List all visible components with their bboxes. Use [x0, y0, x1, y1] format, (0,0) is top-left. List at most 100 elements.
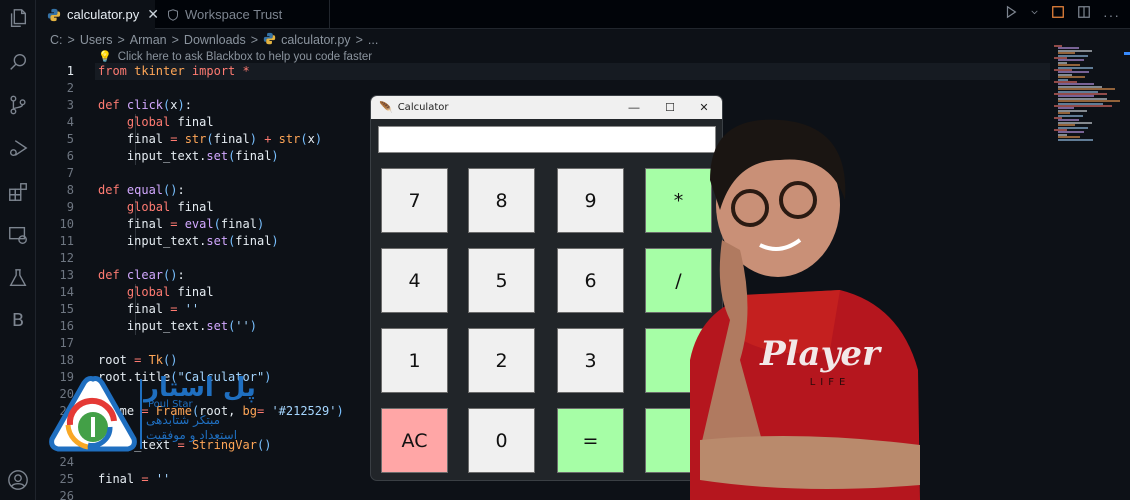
line-number: 25 [59, 472, 74, 486]
code-token: () [163, 183, 178, 197]
calc-button-2[interactable]: 2 [468, 328, 535, 393]
code-text: final = eval(final) [98, 216, 264, 233]
tab-bar: calculator.py ✕ Workspace Trust ··· [37, 0, 1130, 29]
code-token: () [163, 268, 178, 282]
tab-label: Workspace Trust [185, 7, 283, 22]
code-token: : [184, 98, 192, 112]
code-token: ) [336, 404, 344, 418]
calc-button-1[interactable]: 1 [381, 328, 448, 393]
layout-panel-icon[interactable] [1051, 5, 1065, 24]
code-text: final = str(final) + str(x) [98, 131, 322, 148]
code-token: set [206, 149, 229, 163]
code-text: root = Tk() [98, 352, 177, 369]
search-icon[interactable] [6, 50, 30, 74]
python-icon [263, 32, 276, 48]
calc-button-6[interactable]: 6 [557, 248, 624, 313]
logo-tagline-1: مبتکر شتابدهی [146, 413, 221, 427]
code-text: input_text.set(final) [98, 233, 279, 250]
code-token: final [235, 234, 272, 248]
code-token: = [134, 353, 149, 367]
tk-feather-icon: 🪶 [379, 101, 393, 114]
code-token: def [98, 268, 127, 282]
code-token: final [177, 115, 214, 129]
chevron-down-icon[interactable] [1030, 5, 1039, 24]
git-branch-icon[interactable] [6, 93, 30, 117]
code-token: root [98, 353, 135, 367]
code-text: global final [98, 284, 214, 301]
breadcrumb: C: > Users > Arman > Downloads > calcula… [50, 32, 378, 48]
breadcrumb-item[interactable]: calculator.py [281, 33, 350, 47]
code-token: '' [184, 302, 200, 316]
code-token: set [206, 319, 229, 333]
poul-star-logo: پل استار Poul Star مبتکر شتابدهی استعداد… [48, 373, 298, 455]
line-number: 26 [59, 489, 74, 500]
files-icon[interactable] [6, 6, 30, 30]
scrollbar-thumb[interactable] [1124, 52, 1130, 55]
logo-divider [140, 379, 142, 449]
remote-icon[interactable] [6, 223, 30, 247]
logo-brand-en: Poul Star [148, 399, 193, 410]
code-token: input_text. [98, 149, 207, 163]
code-token: final [177, 285, 214, 299]
line-number: 6 [66, 149, 74, 163]
calc-button-9[interactable]: 9 [557, 168, 624, 233]
code-text: global final [98, 114, 214, 131]
code-token: tkinter [134, 64, 192, 78]
crossed-arm [700, 436, 920, 489]
tab-calculator-py[interactable]: calculator.py ✕ [37, 0, 159, 29]
line-number: 17 [59, 336, 74, 350]
extensions-icon[interactable] [6, 180, 30, 204]
line-number: 14 [59, 285, 74, 299]
calculator-display[interactable] [378, 126, 716, 153]
code-token: ( [206, 132, 214, 146]
calc-button-4[interactable]: 4 [381, 248, 448, 313]
code-line[interactable]: 26 [37, 488, 1130, 500]
code-token: ) [177, 98, 185, 112]
line-number: 24 [59, 455, 74, 469]
code-token: input_text. [98, 234, 207, 248]
code-line[interactable]: 1 from tkinter import * [37, 63, 1130, 80]
breadcrumb-separator: > [355, 33, 363, 47]
code-token: global [126, 200, 178, 214]
line-number: 2 [66, 81, 74, 95]
account-icon[interactable] [6, 468, 30, 492]
breadcrumb-item[interactable]: C: [50, 33, 63, 47]
breadcrumb-item[interactable]: Users [80, 33, 113, 47]
calc-button-7[interactable]: 7 [381, 168, 448, 233]
code-token: def [98, 183, 127, 197]
calc-button-5[interactable]: 5 [468, 248, 535, 313]
code-text: input_text.set(final) [98, 148, 279, 165]
split-editor-icon[interactable] [1077, 5, 1091, 24]
minimize-button[interactable]: — [617, 96, 651, 119]
logo-emblem [49, 376, 137, 452]
tab-workspace-trust[interactable]: Workspace Trust [155, 0, 330, 29]
b-icon[interactable]: B [6, 308, 30, 332]
run-debug-icon[interactable] [6, 136, 30, 160]
code-text: final = '' [98, 301, 199, 318]
calc-button-3[interactable]: 3 [557, 328, 624, 393]
minimap-line [1058, 138, 1093, 141]
run-icon[interactable] [1004, 5, 1018, 24]
code-text: input_text.set('') [98, 318, 257, 335]
flask-icon[interactable] [6, 266, 30, 290]
code-token: : [177, 183, 185, 197]
minimap[interactable] [1054, 45, 1124, 145]
breadcrumb-separator: > [250, 33, 259, 47]
calc-button-8[interactable]: 8 [468, 168, 535, 233]
breadcrumb-item[interactable]: Arman [130, 33, 167, 47]
breadcrumb-item[interactable]: ... [368, 33, 378, 47]
calc-button-0[interactable]: 0 [468, 408, 535, 473]
blackbox-hint[interactable]: 💡 Click here to ask Blackbox to help you… [98, 50, 372, 64]
more-icon[interactable]: ··· [1103, 7, 1120, 23]
calc-button-clear[interactable]: AC [381, 408, 448, 473]
line-number: 8 [66, 183, 74, 197]
code-token: ( [300, 132, 308, 146]
line-number: 7 [66, 166, 74, 180]
breadcrumb-item[interactable]: Downloads [184, 33, 246, 47]
code-token: ( [213, 217, 221, 231]
calc-button-equals[interactable]: = [557, 408, 624, 473]
code-token: '' [235, 319, 250, 333]
